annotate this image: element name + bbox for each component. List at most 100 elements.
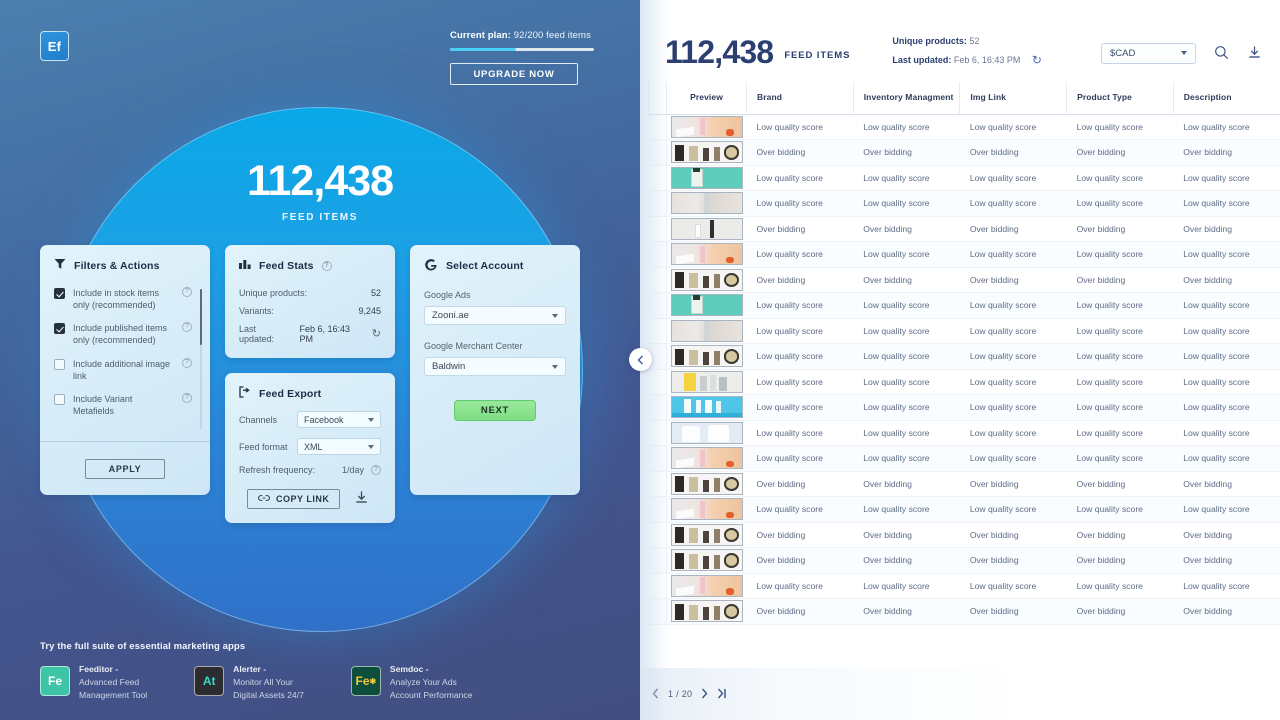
refresh-icon[interactable]: ↻ [372,328,381,340]
cell-description: Low quality score [1173,369,1280,395]
table-row[interactable]: Low quality score Low quality score Low qu… [648,369,1280,395]
collapse-panel-button[interactable] [629,348,652,371]
table-header-inventory-managment[interactable]: Inventory Managment [852,82,960,115]
product-thumbnail [670,243,743,266]
filter-row[interactable]: Include additional image link? [54,357,196,382]
cell-description: Low quality score [1173,114,1280,140]
select-account-title-text: Select Account [446,260,524,272]
feed-stat-label: Unique products: [239,288,308,298]
filter-list: Include in stock items only (recommended… [54,287,202,441]
cell-img-link: Low quality score [959,496,1067,523]
pagination-next-button[interactable] [701,688,708,701]
filter-scrollbar-thumb[interactable] [200,289,202,345]
table-row[interactable]: Over bidding Over bidding Over bidding Over… [648,547,1280,574]
filter-checkbox[interactable] [54,393,65,405]
channels-select[interactable]: Facebook [297,411,381,428]
table-row[interactable]: Low quality score Low quality score Low qu… [648,114,1280,140]
table-header-product-type[interactable]: Product Type [1066,82,1174,115]
app-suite-title: Try the full suite of essential marketin… [40,641,246,653]
table-header-brand[interactable]: Brand [746,82,854,115]
cell-description: Over bidding [1173,471,1280,497]
table-row[interactable]: Low quality score Low quality score Low qu… [648,573,1280,599]
table-header-description[interactable]: Description [1172,82,1280,115]
cell-inventory-managment: Low quality score [853,241,960,268]
filter-row[interactable]: Include published items only (recommende… [54,322,196,346]
search-icon[interactable] [1214,45,1229,62]
table-header-preview[interactable]: Preview [666,82,747,115]
cell-brand: Over bidding [746,267,854,293]
refresh-frequency-value-wrap: 1/day ? [342,465,381,475]
filters-card-title: Filters & Actions [54,258,196,273]
filter-checkbox[interactable] [54,323,65,335]
plan-text: Current plan: 92/200 feed items [450,30,595,41]
table-row[interactable]: Low quality score Low quality score Low qu… [648,292,1280,319]
table-row[interactable]: Low quality score Low quality score Low qu… [648,420,1280,446]
channels-label: Channels [239,414,278,425]
product-thumbnail [670,498,743,521]
table-row[interactable]: Low quality score Low quality score Low qu… [648,343,1280,370]
product-thumbnail [670,600,743,623]
next-button[interactable]: NEXT [454,400,536,421]
app-suite-list: Fe Feeditor - Advanced Feed Management Tool… [40,664,600,702]
copy-link-button[interactable]: COPY LINK [247,489,341,509]
cell-img-link: Low quality score [959,114,1067,140]
table-row[interactable]: Low quality score Low quality score Low qu… [648,241,1280,268]
feed-stats-rows: Unique products: 52 Variants: 9,245 [239,288,381,316]
download-icon[interactable] [354,490,369,508]
app-logo[interactable]: Ef [40,31,69,61]
cell-product-type: Low quality score [1066,241,1174,268]
table-row[interactable]: Low quality score Low quality score Low qu… [648,318,1280,344]
cell-product-type: Low quality score [1066,573,1174,599]
filter-checkbox[interactable] [54,288,65,299]
cell-brand: Low quality score [746,190,854,217]
right-header: 112,438 FEED ITEMS Unique products: 52 L… [640,0,1280,82]
filter-checkbox[interactable] [54,358,65,370]
filter-row[interactable]: Include Variant Metafields? [54,392,196,417]
filter-help-icon[interactable]: ? [182,392,192,403]
pagination-last-button[interactable] [717,688,727,701]
unique-products-row: Unique products: 52 [892,34,1042,50]
app-suite-item[interactable]: At Alerter - Monitor All Your Digital Asset… [194,664,304,702]
feed-format-select[interactable]: XML [297,438,381,455]
table-row[interactable]: Low quality score Low quality score Low qu… [648,394,1280,421]
upgrade-now-button[interactable]: UPGRADE NOW [450,63,578,85]
app-suite-item[interactable]: Fe ✱ Semdoc - Analyze Your Ads Account Perfo… [350,664,473,702]
app-suite-item[interactable]: Fe Feeditor - Advanced Feed Management Tool [40,664,147,702]
merchant-center-select[interactable]: Baldwin [424,357,566,376]
table-row[interactable]: Low quality score Low quality score Low qu… [648,190,1280,217]
table-row[interactable]: Over bidding Over bidding Over bidding Over… [648,598,1280,625]
table-row[interactable]: Over bidding Over bidding Over bidding Over… [648,216,1280,242]
table-row[interactable]: Low quality score Low quality score Low qu… [648,445,1280,472]
filter-help-icon[interactable]: ? [182,287,192,297]
copy-link-label: COPY LINK [276,494,330,504]
pagination-prev-button[interactable] [652,688,659,701]
refresh-frequency-help-icon[interactable]: ? [371,465,381,475]
cell-product-type: Over bidding [1066,139,1174,166]
cell-inventory-managment: Low quality score [853,114,960,140]
currency-select[interactable]: $CAD [1101,42,1196,64]
cell-brand: Low quality score [746,496,854,523]
download-icon[interactable] [1247,45,1262,62]
filter-help-icon[interactable]: ? [182,322,192,333]
refresh-icon[interactable]: ↻ [1032,50,1042,71]
table-row[interactable]: Over bidding Over bidding Over bidding Over… [648,471,1280,497]
table-row[interactable]: Over bidding Over bidding Over bidding Over… [648,139,1280,166]
feed-stats-help-icon[interactable]: ? [321,260,332,271]
filter-row[interactable]: Include in stock items only (recommended… [54,287,196,311]
table-row[interactable]: Low quality score Low quality score Low qu… [648,165,1280,191]
filter-help-icon[interactable]: ? [182,357,192,368]
product-thumbnail [670,370,743,393]
cell-product-type: Low quality score [1066,318,1174,344]
apply-button[interactable]: APPLY [85,459,165,479]
preview-cell [666,190,747,217]
table-row[interactable]: Low quality score Low quality score Low qu… [648,496,1280,523]
cell-brand: Low quality score [746,369,854,395]
google-ads-select[interactable]: Zooni.ae [424,306,566,325]
table-row[interactable]: Over bidding Over bidding Over bidding Over… [648,522,1280,548]
cell-inventory-managment: Low quality score [853,318,960,344]
cell-inventory-managment: Over bidding [853,598,960,625]
funnel-icon [54,258,66,273]
table-row[interactable]: Over bidding Over bidding Over bidding Over… [648,267,1280,293]
table-header-img-link[interactable]: Img Link [959,82,1067,115]
cell-img-link: Low quality score [959,420,1067,446]
